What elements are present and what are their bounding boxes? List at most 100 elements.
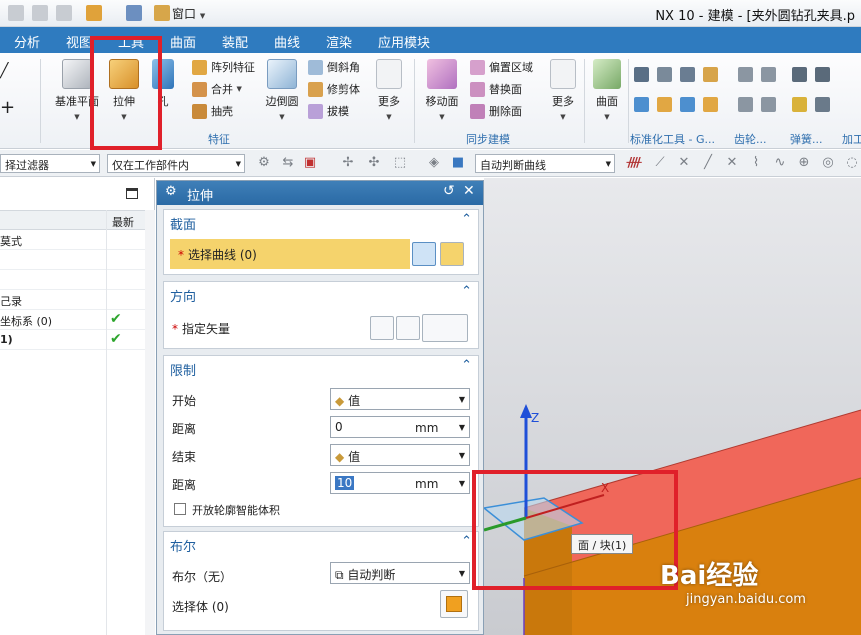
select-curve-row[interactable]: * 选择曲线 (0)	[170, 239, 410, 269]
vector-dialog-icon[interactable]	[396, 316, 420, 340]
std-tool-icon[interactable]	[657, 97, 672, 112]
dialog-title-bar[interactable]: ⚙ 拉伸 ↺ ✕	[157, 181, 483, 205]
std-tool-icon[interactable]	[703, 67, 718, 82]
tab-render[interactable]: 渲染	[326, 32, 352, 51]
center-snap-icon[interactable]: ⊕	[796, 155, 812, 171]
window-menu[interactable]: 窗口 ▼	[172, 5, 205, 22]
spring-tool-icon[interactable]	[792, 97, 807, 112]
point-tool[interactable]: +	[0, 97, 15, 118]
point-snap-icon[interactable]: ✢	[340, 155, 356, 171]
move-face-icon	[427, 59, 457, 89]
spline-snap-icon[interactable]: ∿	[772, 155, 788, 171]
more-features-button[interactable]: 更多 ▼	[372, 59, 406, 122]
curve-snap-icon[interactable]: ✣	[366, 155, 382, 171]
eraser-icon[interactable]: ◈	[426, 155, 442, 171]
open-profile-checkbox[interactable]	[174, 503, 186, 515]
chamfer-button[interactable]: 倒斜角	[308, 59, 360, 75]
select-body-button[interactable]	[440, 590, 468, 618]
cross-icon[interactable]: ✕	[724, 155, 740, 171]
end-type-dropdown[interactable]: ◆ 值 ▼	[330, 444, 470, 466]
arc-snap-icon[interactable]: ⌇	[748, 155, 764, 171]
edge-blend-button[interactable]: 边倒圆 ▼	[260, 59, 304, 122]
navigator-scrollbar[interactable]	[145, 210, 155, 635]
intersect-icon[interactable]: ✕	[676, 155, 692, 171]
paste-icon[interactable]	[56, 5, 72, 21]
pattern-feature-button[interactable]: 阵列特征	[192, 59, 255, 75]
sketch-section-icon[interactable]	[412, 242, 436, 266]
scope-dropdown[interactable]: 仅在工作部件内 ▼	[107, 154, 245, 173]
body-icon[interactable]: ■	[450, 155, 466, 171]
start-distance-input[interactable]: 0 mm ▼	[330, 416, 470, 438]
reverse-direction-icon[interactable]	[370, 316, 394, 340]
maximize-icon[interactable]	[126, 188, 138, 199]
more-sync-button[interactable]: 更多 ▼	[546, 59, 580, 122]
quadrant-snap-icon[interactable]: ◌	[844, 155, 860, 171]
touch-mode-icon[interactable]	[126, 5, 142, 21]
collapse-icon[interactable]: ⌃	[461, 358, 472, 373]
replace-face-button[interactable]: 替换面	[470, 81, 522, 97]
std-tool-icon[interactable]	[634, 67, 649, 82]
close-icon[interactable]: ✕	[463, 183, 475, 199]
tab-analysis[interactable]: 分析	[14, 32, 40, 51]
line-tool[interactable]: ╱	[0, 63, 8, 79]
tab-surface[interactable]: 曲面	[170, 32, 196, 51]
group-feature-label: 特征	[208, 133, 230, 146]
tree-row[interactable]	[0, 270, 145, 290]
tree-row[interactable]: 1) ✔	[0, 330, 145, 350]
boolean-dropdown[interactable]: ⧉ 自动判断 ▼	[330, 562, 470, 584]
tree-row[interactable]: 坐标系 (0) ✔	[0, 310, 145, 330]
cut-icon[interactable]	[8, 5, 24, 21]
delete-face-button[interactable]: 删除面	[470, 103, 522, 119]
collapse-icon[interactable]: ⌃	[461, 212, 472, 227]
end-distance-input[interactable]: 10 mm ▼	[330, 472, 470, 494]
spring-tool-icon[interactable]	[815, 97, 830, 112]
tab-assembly[interactable]: 装配	[222, 32, 248, 51]
tangent-icon[interactable]: ⟋	[652, 155, 668, 171]
reset-icon[interactable]: ↺	[443, 183, 455, 199]
curve-rule-dropdown[interactable]: 自动判断曲线 ▼	[475, 154, 615, 173]
tree-row[interactable]: 莫式	[0, 230, 145, 250]
tab-application[interactable]: 应用模块	[378, 32, 430, 51]
std-tool-icon[interactable]	[680, 67, 695, 82]
group-spring-label: 弹簧...	[790, 133, 823, 146]
endpoint-icon[interactable]: ᚎ	[626, 155, 642, 171]
collapse-icon[interactable]: ⌃	[461, 534, 472, 549]
line-snap-icon[interactable]: ╱	[700, 155, 716, 171]
repeat-command-icon[interactable]	[86, 5, 102, 21]
unite-button[interactable]: 合并 ▼	[192, 81, 242, 97]
draft-button[interactable]: 拔模	[308, 103, 349, 119]
trim-body-button[interactable]: 修剪体	[308, 81, 360, 97]
select-all-icon[interactable]: ▣	[302, 155, 318, 171]
std-tool-icon[interactable]	[703, 97, 718, 112]
tab-curve[interactable]: 曲线	[274, 32, 300, 51]
filter-icon[interactable]: ⚙	[256, 155, 272, 171]
collapse-icon[interactable]: ⌃	[461, 284, 472, 299]
vector-type-dropdown[interactable]	[422, 314, 468, 342]
copy-icon[interactable]	[32, 5, 48, 21]
tab-view[interactable]: 视图	[66, 32, 92, 51]
gear-tool-icon[interactable]	[761, 97, 776, 112]
unite-label: 合并	[211, 83, 233, 96]
curve-select-icon[interactable]	[440, 242, 464, 266]
shell-button[interactable]: 抽壳	[192, 103, 233, 119]
rectangle-select-icon[interactable]: ⬚	[392, 155, 408, 171]
type-filter-dropdown[interactable]: 择过滤器 ▼	[0, 154, 100, 173]
start-type-dropdown[interactable]: ◆ 值 ▼	[330, 388, 470, 410]
offset-region-button[interactable]: 偏置区域	[470, 59, 533, 75]
snap-icon[interactable]: ⇆	[280, 155, 296, 171]
spring-tool-icon[interactable]	[815, 67, 830, 82]
spring-tool-icon[interactable]	[792, 67, 807, 82]
std-tool-icon[interactable]	[657, 67, 672, 82]
column-latest: 最新	[112, 216, 134, 229]
tree-row[interactable]	[0, 250, 145, 270]
window-icon[interactable]	[154, 5, 170, 21]
gear-tool-icon[interactable]	[761, 67, 776, 82]
std-tool-icon[interactable]	[680, 97, 695, 112]
tree-row[interactable]: 己录	[0, 290, 145, 310]
gear-tool-icon[interactable]	[738, 67, 753, 82]
surface-button[interactable]: 曲面 ▼	[590, 59, 624, 122]
move-face-button[interactable]: 移动面 ▼	[420, 59, 464, 122]
std-tool-icon[interactable]	[634, 97, 649, 112]
circle-snap-icon[interactable]: ◎	[820, 155, 836, 171]
gear-tool-icon[interactable]	[738, 97, 753, 112]
